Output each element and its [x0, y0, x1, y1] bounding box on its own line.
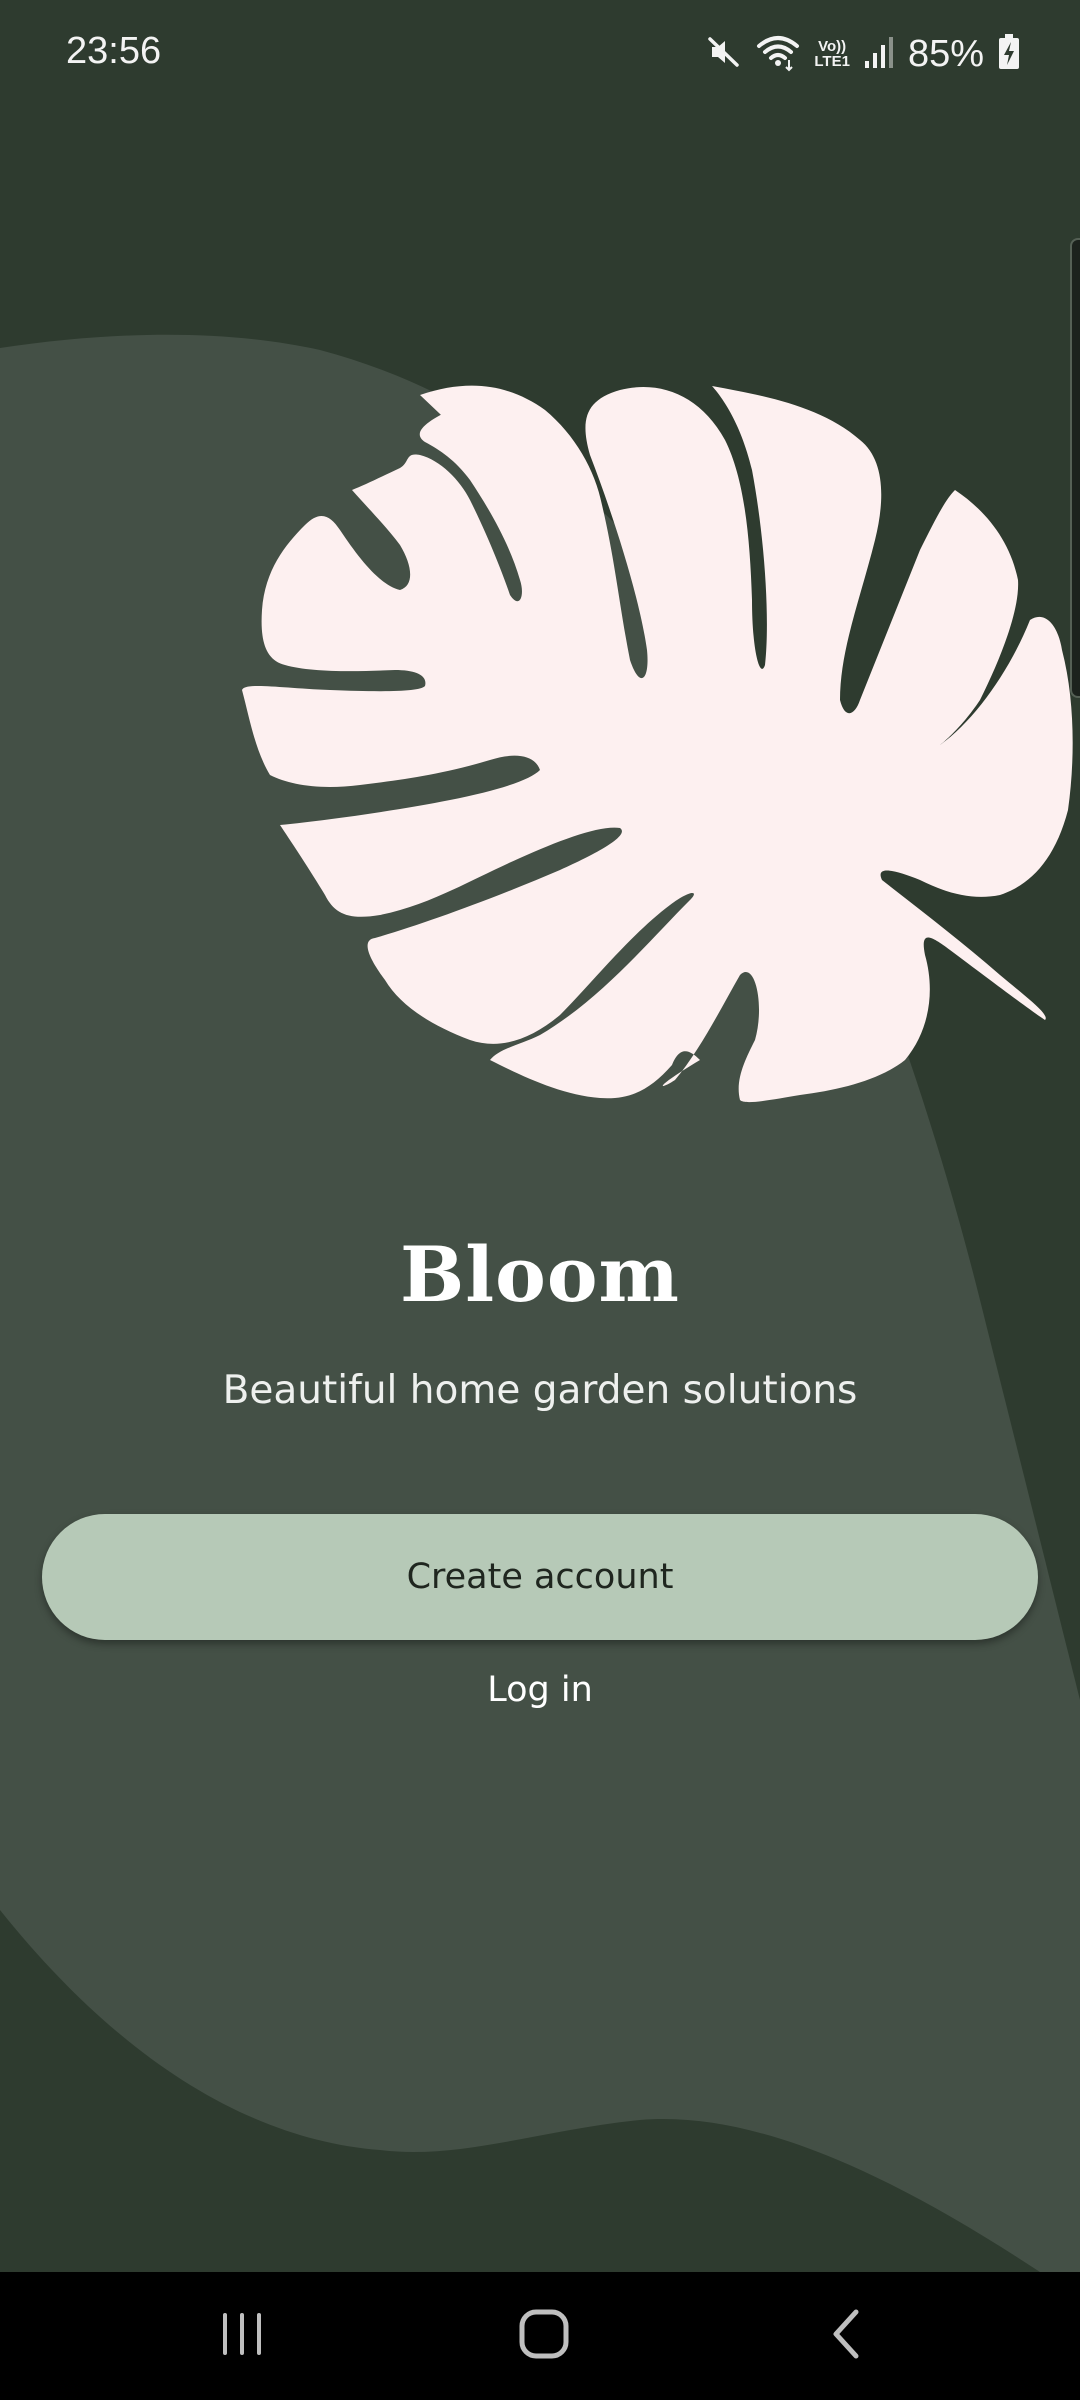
back-button[interactable]	[786, 2296, 906, 2376]
back-icon	[826, 2308, 866, 2365]
home-icon	[518, 2308, 570, 2365]
system-navigation-bar	[0, 2272, 1080, 2400]
volte-label: Vo))	[818, 38, 847, 55]
status-bar: 23:56 Vo)) LTE1 85%	[0, 0, 1080, 110]
login-button[interactable]: Log in	[390, 1660, 690, 1720]
lte-label: LTE1	[814, 53, 850, 70]
mute-icon	[706, 34, 742, 75]
battery-percent: 85%	[907, 32, 984, 75]
app-title: Bloom	[400, 1230, 680, 1319]
app-tagline: Beautiful home garden solutions	[222, 1368, 858, 1413]
recent-apps-icon	[219, 2311, 265, 2362]
monstera-leaf-illustration	[242, 385, 1073, 1103]
signal-icon	[864, 35, 894, 74]
wifi-icon	[756, 32, 800, 77]
volte-icon: Vo)) LTE1	[814, 39, 850, 69]
recent-apps-button[interactable]	[182, 2296, 302, 2376]
home-button[interactable]	[484, 2296, 604, 2376]
welcome-screen: 23:56 Vo)) LTE1 85% Bloom Beautiful home…	[0, 0, 1080, 2400]
create-account-button[interactable]: Create account	[42, 1514, 1038, 1640]
battery-charging-icon	[998, 33, 1020, 75]
background-shape	[0, 334, 1080, 2272]
status-time: 23:56	[66, 30, 162, 72]
status-icons: Vo)) LTE1 85%	[706, 26, 1020, 82]
